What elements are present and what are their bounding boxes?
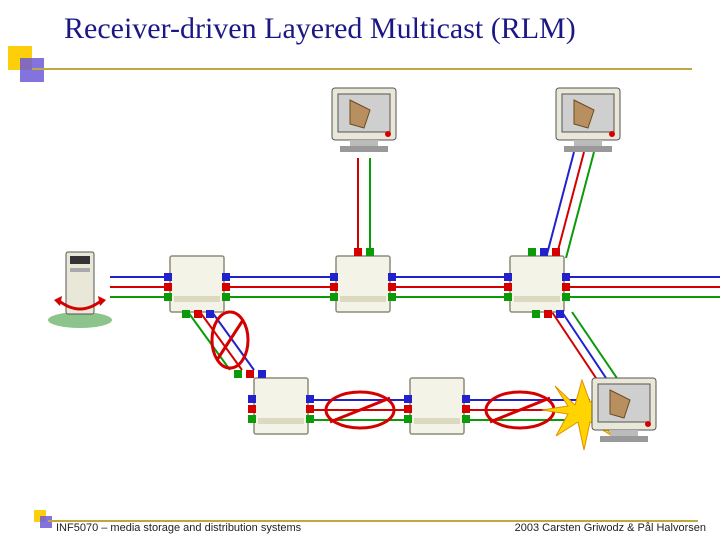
- router-2: [330, 248, 396, 312]
- diagram: [0, 0, 720, 540]
- router-1: [164, 256, 230, 318]
- monitor-1: [332, 88, 396, 152]
- links-r2-monitor1: [358, 158, 370, 256]
- monitor-3: [592, 378, 656, 442]
- footer-left: INF5070 – media storage and distribution…: [56, 522, 301, 534]
- monitor-2: [556, 88, 620, 152]
- links-r2-r3: [390, 277, 510, 297]
- router-5: [404, 378, 470, 434]
- links-r3-monitor2: [546, 152, 594, 258]
- links-server-r1: [110, 277, 170, 297]
- footer-accent-purple: [40, 516, 52, 528]
- footer-right: 2003 Carsten Griwodz & Pål Halvorsen: [515, 522, 706, 534]
- router-3: [504, 248, 570, 318]
- source-server: [48, 252, 112, 328]
- router-4: [234, 370, 314, 434]
- links-r1-r2: [224, 277, 336, 297]
- links-r3-right: [566, 277, 720, 297]
